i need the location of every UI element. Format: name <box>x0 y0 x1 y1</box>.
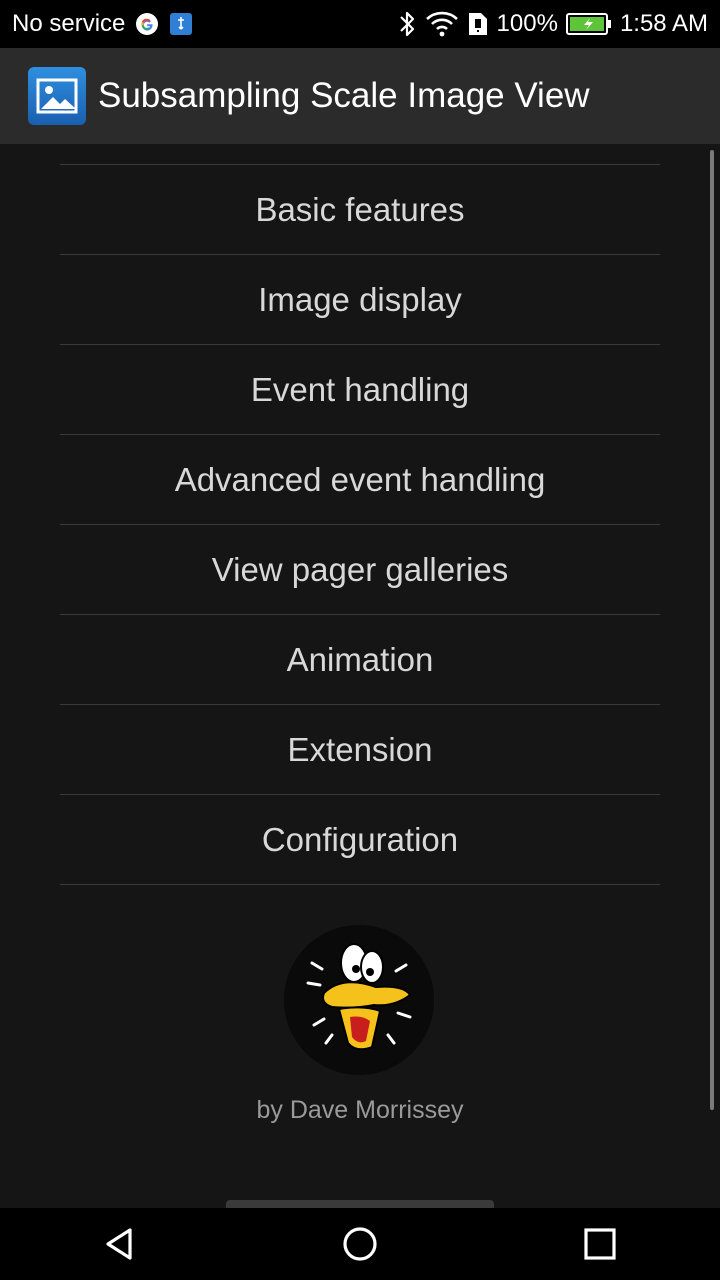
status-left: No service <box>0 10 193 38</box>
status-bar: No service 100% 1:58 AM <box>0 0 720 48</box>
app-title: Subsampling Scale Image View <box>98 76 590 115</box>
bottom-drawer-handle <box>226 1200 494 1208</box>
menu-list: Basic features Image display Event handl… <box>60 164 660 885</box>
carrier-label: No service <box>12 10 126 37</box>
menu-item-advanced-event-handling[interactable]: Advanced event handling <box>60 435 660 525</box>
wifi-icon <box>425 11 459 37</box>
bluetooth-icon <box>397 10 417 38</box>
recents-icon <box>584 1228 616 1260</box>
menu-item-event-handling[interactable]: Event handling <box>60 345 660 435</box>
battery-percent: 100% <box>496 10 558 37</box>
recents-button[interactable] <box>564 1208 636 1280</box>
menu-item-animation[interactable]: Animation <box>60 615 660 705</box>
back-icon <box>106 1228 132 1260</box>
status-right: 100% 1:58 AM <box>397 10 720 38</box>
menu-item-configuration[interactable]: Configuration <box>60 795 660 885</box>
scrollbar[interactable] <box>710 150 714 1110</box>
nav-bar <box>0 1208 720 1280</box>
main-content[interactable]: Basic features Image display Event handl… <box>0 144 720 1208</box>
clock: 1:58 AM <box>619 10 708 37</box>
author-byline: by Dave Morrissey <box>256 1096 464 1124</box>
google-icon <box>135 12 159 36</box>
usb-icon <box>169 12 193 36</box>
home-icon <box>343 1227 377 1261</box>
image-icon <box>28 67 86 125</box>
back-button[interactable] <box>84 1208 156 1280</box>
battery-icon <box>565 12 612 36</box>
menu-item-image-display[interactable]: Image display <box>60 255 660 345</box>
menu-item-view-pager-galleries[interactable]: View pager galleries <box>60 525 660 615</box>
menu-item-basic-features[interactable]: Basic features <box>60 165 660 255</box>
sim-icon <box>467 11 489 37</box>
app-bar: Subsampling Scale Image View <box>0 48 720 144</box>
home-button[interactable] <box>324 1208 396 1280</box>
menu-item-extension[interactable]: Extension <box>60 705 660 795</box>
duck-avatar <box>284 925 434 1075</box>
